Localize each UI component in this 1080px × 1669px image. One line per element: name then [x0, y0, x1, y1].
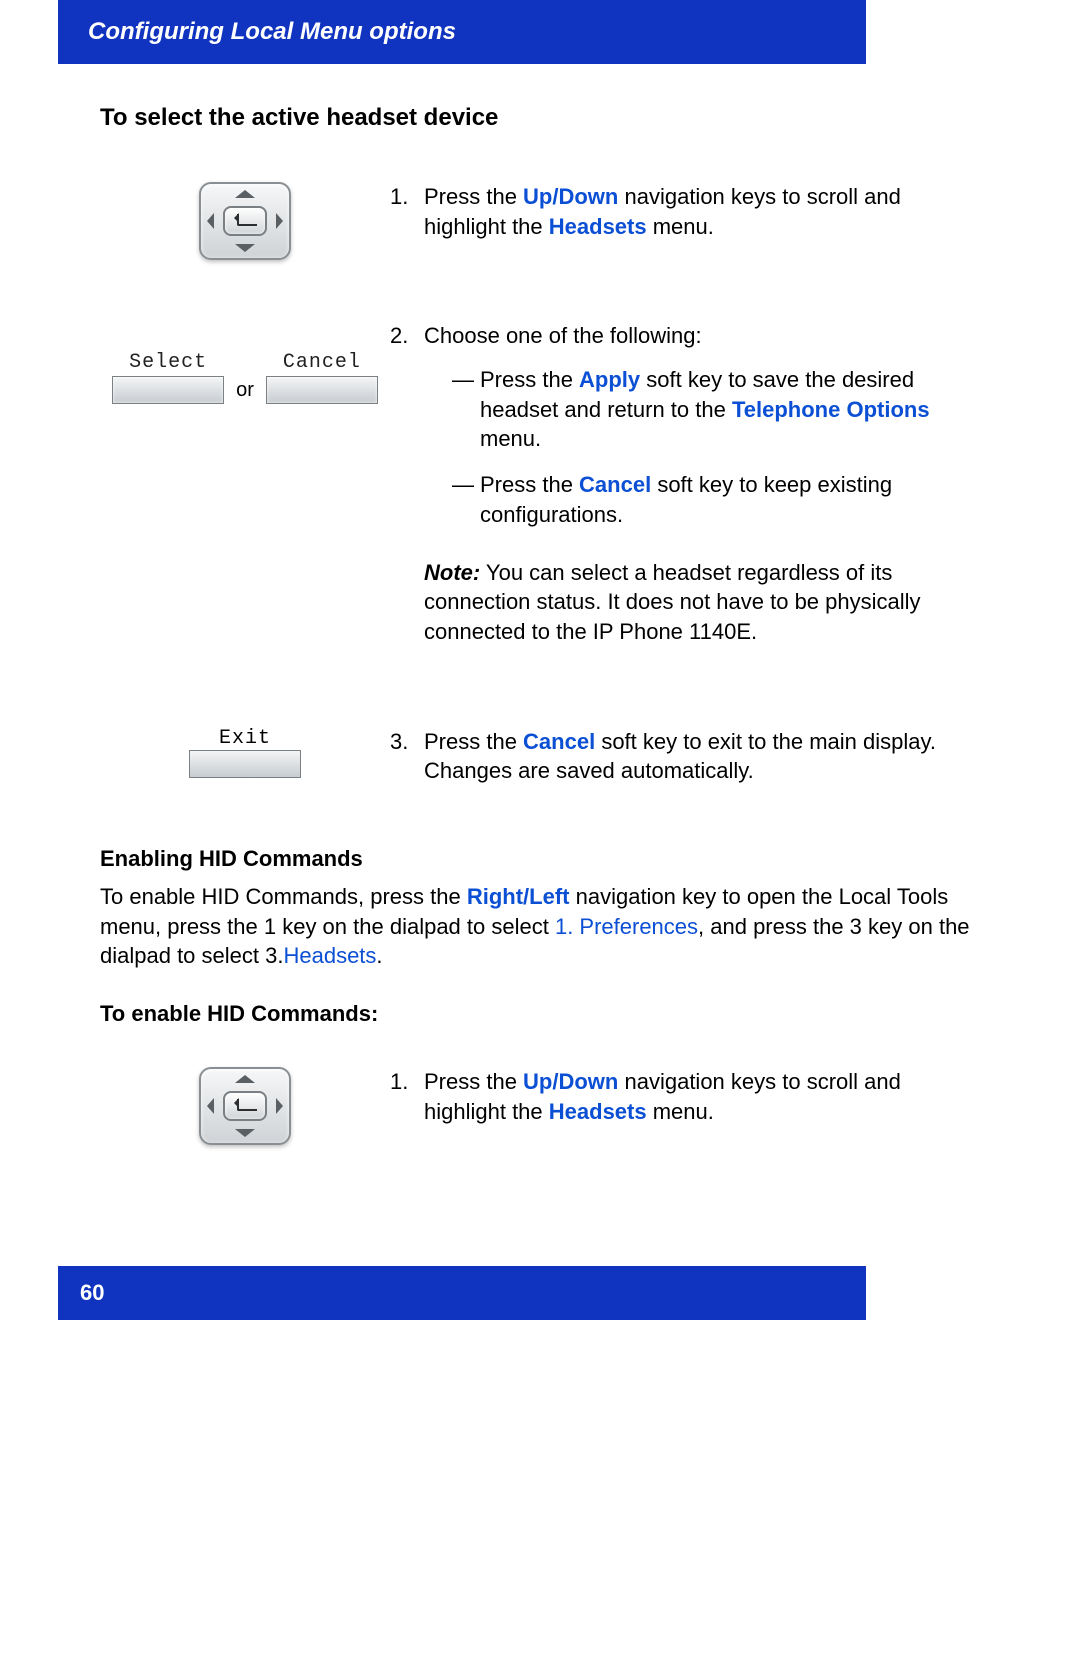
- page-number: 60: [58, 1266, 126, 1320]
- apply-link: Apply: [579, 367, 640, 392]
- page: Configuring Local Menu options To select…: [0, 0, 1080, 1360]
- step-2-options: Press the Apply soft key to save the des…: [424, 365, 980, 529]
- headsets-link-3: Headsets: [549, 1099, 647, 1124]
- step-1-text: 1. Press the Up/Down navigation keys to …: [390, 182, 980, 261]
- hid-step-1-number: 1.: [390, 1067, 424, 1126]
- step-2-option-apply: Press the Apply soft key to save the des…: [452, 365, 980, 454]
- updown-link-2: Up/Down: [523, 1069, 618, 1094]
- cancel-link-2: Cancel: [523, 729, 595, 754]
- nav-key-icon: [199, 1067, 291, 1145]
- step-2-option-cancel: Press the Cancel soft key to keep existi…: [452, 470, 980, 529]
- page-footer: 60: [58, 1266, 866, 1320]
- step-1-row: 1. Press the Up/Down navigation keys to …: [100, 182, 980, 261]
- hid-step-1-text: 1. Press the Up/Down navigation keys to …: [390, 1067, 980, 1146]
- or-text: or: [236, 379, 254, 404]
- step-1-illustration: [100, 182, 390, 260]
- softkey-exit: Exit: [189, 727, 301, 778]
- step-2-text: 2. Choose one of the following: Press th…: [390, 321, 980, 666]
- hid-step-1-illustration: [100, 1067, 390, 1145]
- step-3-row: Exit 3. Press the Cancel soft key to exi…: [100, 727, 980, 806]
- step-2-illustration: Select or Cancel: [100, 321, 390, 404]
- step-2-row: Select or Cancel 2. Choose one of the: [100, 321, 980, 666]
- step-2-intro: Choose one of the following:: [424, 321, 980, 351]
- step-2-number: 2.: [390, 321, 424, 646]
- headsets-link: Headsets: [549, 214, 647, 239]
- chapter-header: Configuring Local Menu options: [58, 0, 866, 64]
- softkey-button-icon: [266, 376, 378, 404]
- hid-step-1-row: 1. Press the Up/Down navigation keys to …: [100, 1067, 980, 1146]
- preferences-link: 1. Preferences: [555, 914, 698, 939]
- step-3-number: 3.: [390, 727, 424, 786]
- softkey-button-icon: [189, 750, 301, 778]
- step-3-illustration: Exit: [100, 727, 390, 778]
- telephone-options-link: Telephone Options: [732, 397, 930, 422]
- step-2-note: Note: You can select a headset regardles…: [424, 558, 980, 647]
- updown-link: Up/Down: [523, 184, 618, 209]
- headsets-link-2: Headsets: [283, 943, 376, 968]
- section-title-2: Enabling HID Commands: [100, 846, 980, 872]
- step-1-number: 1.: [390, 182, 424, 241]
- section-title-3: To enable HID Commands:: [100, 1001, 980, 1027]
- softkeys-select-cancel: Select or Cancel: [112, 351, 378, 404]
- page-content: To select the active headset device 1. P…: [0, 64, 1080, 1146]
- cancel-link: Cancel: [579, 472, 651, 497]
- section-title-1: To select the active headset device: [100, 104, 980, 132]
- chapter-title: Configuring Local Menu options: [88, 18, 456, 45]
- step-3-text: 3. Press the Cancel soft key to exit to …: [390, 727, 980, 806]
- softkey-select: Select: [112, 351, 224, 404]
- rightleft-link: Right/Left: [467, 884, 570, 909]
- hid-paragraph: To enable HID Commands, press the Right/…: [100, 882, 980, 971]
- softkey-button-icon: [112, 376, 224, 404]
- nav-key-icon: [199, 182, 291, 260]
- softkey-cancel: Cancel: [266, 351, 378, 404]
